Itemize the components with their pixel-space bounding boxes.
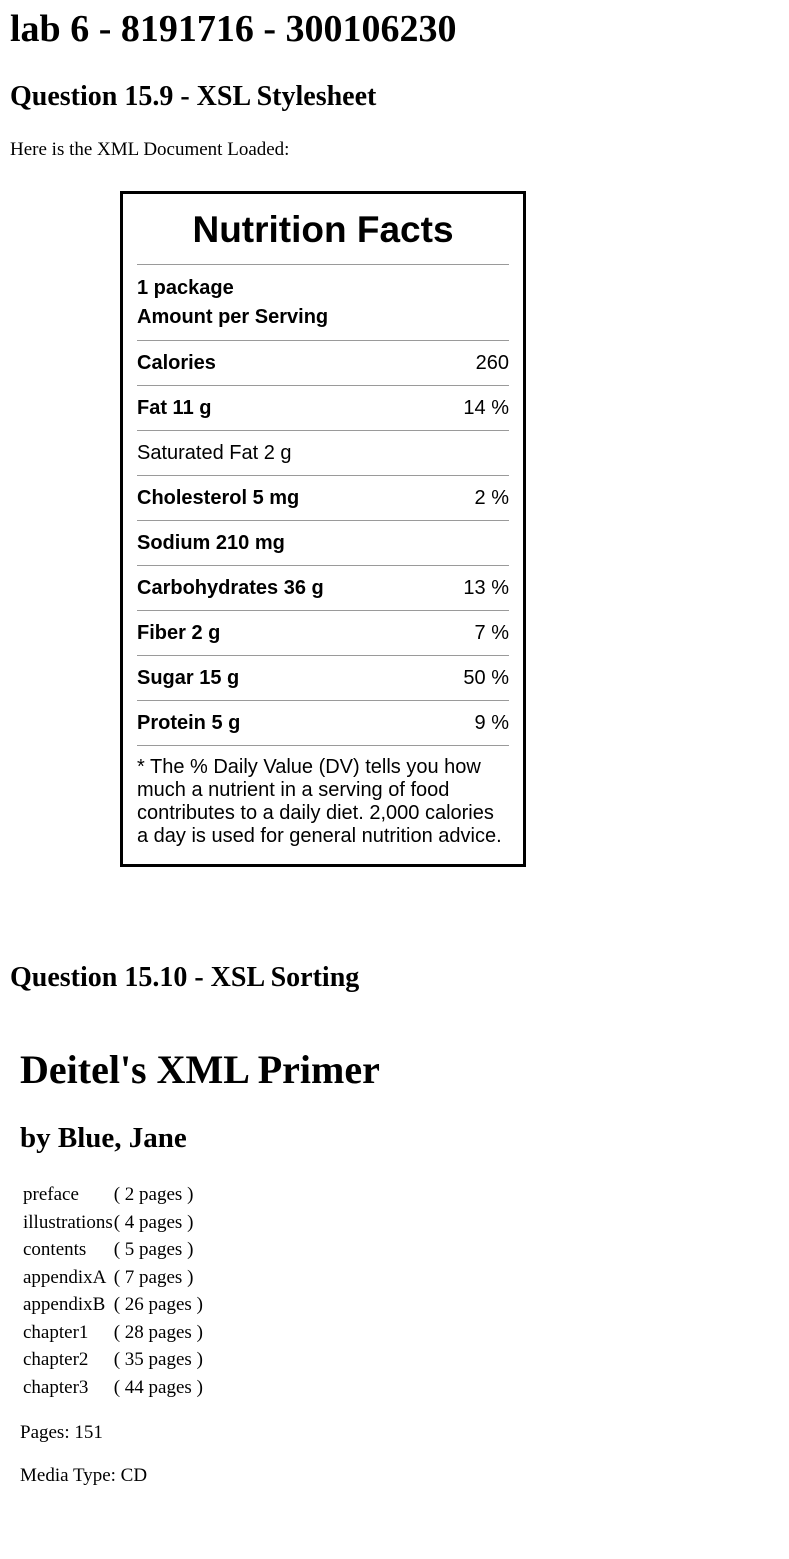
nutrition-facts-label: Nutrition Facts 1 package Amount per Ser… bbox=[120, 191, 526, 867]
nutrient-name: Fiber 2 g bbox=[137, 621, 221, 644]
nutrient-name: Cholesterol 5 mg bbox=[137, 486, 300, 509]
nutrient-row-protein: Protein 5 g 9 % bbox=[137, 701, 509, 746]
table-row: chapter3 ( 44 pages ) bbox=[23, 1374, 203, 1402]
question-15-10-heading: Question 15.10 - XSL Sorting bbox=[10, 962, 360, 993]
daily-value-footnote: * The % Daily Value (DV) tells you how m… bbox=[137, 756, 502, 847]
nutrition-facts-title: Nutrition Facts bbox=[137, 194, 509, 265]
amount-per-serving: Amount per Serving bbox=[137, 306, 329, 328]
nutrient-value: 7 % bbox=[474, 621, 509, 644]
chapter-pages: ( 35 pages ) bbox=[113, 1349, 203, 1370]
total-pages: Pages: 151 bbox=[20, 1422, 103, 1443]
nutrient-value: 13 % bbox=[463, 576, 509, 599]
chapter-name: chapter2 bbox=[23, 1349, 89, 1370]
serving-info: 1 package Amount per Serving bbox=[137, 265, 509, 341]
table-row: chapter1 ( 28 pages ) bbox=[23, 1319, 203, 1347]
nutrient-value: 14 % bbox=[463, 396, 509, 419]
nutrient-row-calories: Calories 260 bbox=[137, 341, 509, 386]
chapter-pages: ( 5 pages ) bbox=[113, 1239, 194, 1260]
nutrient-row-cholesterol: Cholesterol 5 mg 2 % bbox=[137, 476, 509, 521]
chapter-pages: ( 26 pages ) bbox=[113, 1294, 203, 1315]
nutrient-value: 50 % bbox=[463, 666, 509, 689]
chapter-name: preface bbox=[23, 1184, 79, 1205]
nutrient-value: 9 % bbox=[474, 711, 509, 734]
nutrient-name: Sodium 210 mg bbox=[137, 531, 285, 554]
page-title: lab 6 - 8191716 - 300106230 bbox=[10, 8, 457, 50]
nutrient-row-saturated-fat: Saturated Fat 2 g bbox=[137, 431, 509, 476]
nutrient-row-fat: Fat 11 g 14 % bbox=[137, 386, 509, 431]
nutrient-row-carbohydrates: Carbohydrates 36 g 13 % bbox=[137, 566, 509, 611]
nutrient-name: Saturated Fat 2 g bbox=[137, 441, 292, 464]
table-row: preface ( 2 pages ) bbox=[23, 1181, 203, 1209]
table-row: illustrations ( 4 pages ) bbox=[23, 1209, 203, 1237]
table-row: contents ( 5 pages ) bbox=[23, 1236, 203, 1264]
chapter-name: contents bbox=[23, 1239, 87, 1260]
media-type: Media Type: CD bbox=[20, 1465, 148, 1486]
chapter-name: appendixA bbox=[23, 1266, 107, 1288]
table-row: chapter2 ( 35 pages ) bbox=[23, 1346, 203, 1374]
chapter-name: appendixB bbox=[23, 1294, 106, 1315]
nutrient-value: 260 bbox=[475, 351, 509, 374]
chapters-table: preface ( 2 pages ) illustrations ( 4 pa… bbox=[23, 1181, 203, 1401]
nutrient-name: Carbohydrates 36 g bbox=[137, 576, 324, 599]
serving-size: 1 package bbox=[137, 277, 234, 299]
chapter-name: illustrations bbox=[23, 1211, 113, 1233]
chapter-pages: ( 28 pages ) bbox=[113, 1321, 203, 1343]
nutrient-row-fiber: Fiber 2 g 7 % bbox=[137, 611, 509, 656]
question-15-9-heading: Question 15.9 - XSL Stylesheet bbox=[10, 81, 377, 112]
nutrient-name: Sugar 15 g bbox=[137, 666, 240, 689]
nutrient-name: Calories bbox=[137, 351, 216, 374]
chapter-pages: ( 7 pages ) bbox=[113, 1266, 194, 1288]
table-row: appendixA ( 7 pages ) bbox=[23, 1264, 203, 1292]
nutrient-name: Fat 11 g bbox=[137, 396, 212, 419]
chapter-name: chapter3 bbox=[23, 1376, 89, 1398]
nutrient-row-sodium: Sodium 210 mg bbox=[137, 521, 509, 566]
book-title: Deitel's XML Primer bbox=[20, 1047, 380, 1092]
nutrient-name: Protein 5 g bbox=[137, 711, 241, 734]
chapter-pages: ( 44 pages ) bbox=[113, 1376, 203, 1398]
nutrient-value: 2 % bbox=[474, 486, 509, 509]
nutrient-row-sugar: Sugar 15 g 50 % bbox=[137, 656, 509, 701]
intro-text: Here is the XML Document Loaded: bbox=[10, 139, 290, 160]
chapter-name: chapter1 bbox=[23, 1321, 89, 1343]
book-author: by Blue, Jane bbox=[20, 1122, 187, 1154]
chapter-pages: ( 4 pages ) bbox=[113, 1211, 194, 1233]
table-row: appendixB ( 26 pages ) bbox=[23, 1291, 203, 1319]
chapter-pages: ( 2 pages ) bbox=[113, 1184, 194, 1205]
